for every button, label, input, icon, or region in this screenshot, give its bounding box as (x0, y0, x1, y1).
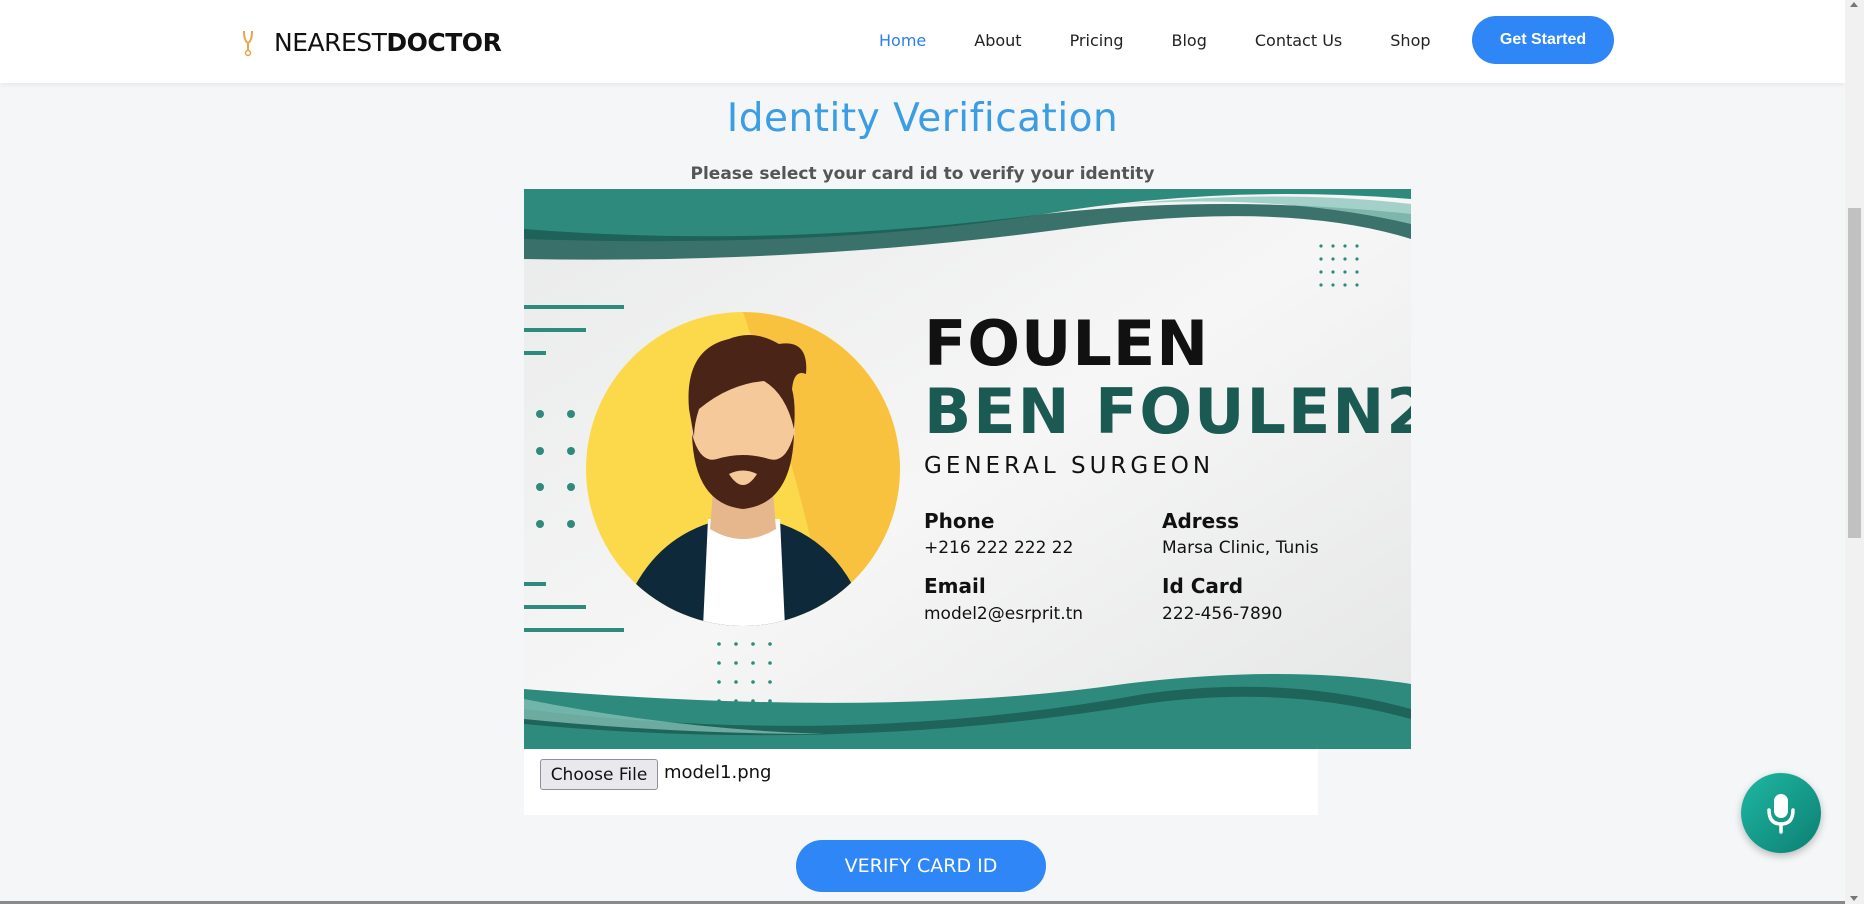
scroll-down-icon[interactable] (1850, 896, 1858, 901)
nav-pricing[interactable]: Pricing (1070, 31, 1124, 50)
card-email-value: model2@esrprit.tn (924, 604, 1084, 624)
card-id-label: Id Card (1162, 574, 1244, 598)
brand-name-light: NEAREST (274, 27, 387, 57)
card-phone-value: +216 222 222 22 (924, 538, 1074, 558)
nav-contact-us[interactable]: Contact Us (1255, 31, 1342, 50)
nav-shop[interactable]: Shop (1390, 31, 1430, 50)
brand-name: NEARESTDOCTOR (274, 27, 502, 57)
choose-file-button[interactable]: Choose File (540, 759, 658, 790)
nav-blog[interactable]: Blog (1172, 31, 1207, 50)
page-subtitle: Please select your card id to verify you… (690, 164, 1155, 184)
scroll-up-icon[interactable] (1850, 2, 1858, 7)
site-header: NEARESTDOCTOR Home About Pricing Blog Co… (0, 0, 1845, 83)
scrollbar-thumb[interactable] (1848, 208, 1861, 538)
card-address-label: Adress (1162, 509, 1240, 533)
verify-card-id-button[interactable]: VERIFY CARD ID (796, 840, 1046, 892)
card-role: GENERAL SURGEON (924, 453, 1215, 479)
nav-about[interactable]: About (974, 31, 1021, 50)
page-scrollbar[interactable] (1845, 0, 1864, 904)
viewport: NEARESTDOCTOR Home About Pricing Blog Co… (0, 0, 1864, 904)
nav-home[interactable]: Home (879, 31, 926, 50)
card-id-value: 222-456-7890 (1162, 604, 1283, 624)
brand-logo[interactable]: NEARESTDOCTOR (240, 24, 502, 60)
card-phone-label: Phone (924, 509, 995, 533)
stethoscope-icon (243, 30, 253, 57)
main-nav: Home About Pricing Blog Contact Us Shop (879, 26, 1431, 54)
brand-name-bold: DOCTOR (386, 27, 502, 57)
file-input[interactable]: Choose File model1.png (524, 749, 1318, 815)
card-email-label: Email (924, 574, 986, 598)
card-first-name: FOULEN (924, 307, 1210, 380)
get-started-button[interactable]: Get Started (1472, 16, 1614, 64)
card-address-value: Marsa Clinic, Tunis (1162, 538, 1319, 558)
card-last-name: BEN FOULEN2 (924, 375, 1411, 448)
id-card-preview: FOULEN BEN FOULEN2 GENERAL SURGEON Phone… (524, 189, 1411, 749)
microphone-icon (1767, 794, 1795, 834)
selected-filename: model1.png (664, 762, 772, 783)
page-title: Identity Verification (726, 96, 1119, 141)
voice-assistant-button[interactable] (1741, 773, 1821, 853)
